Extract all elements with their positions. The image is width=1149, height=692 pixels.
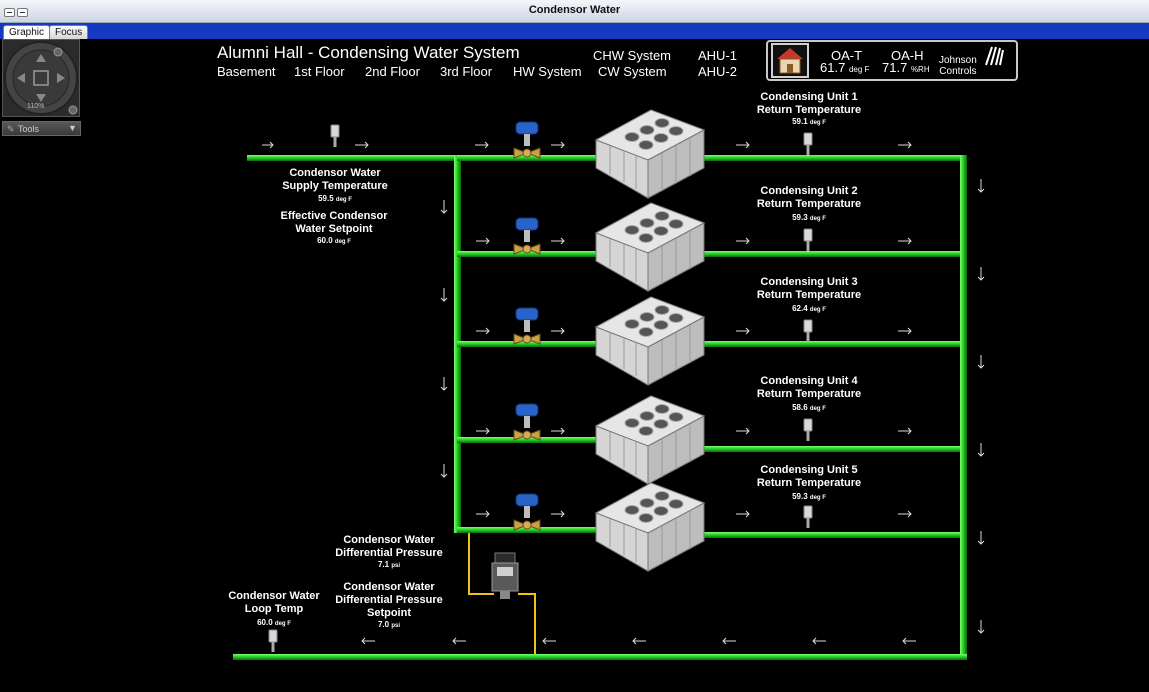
unit-5-return-temp: Condensing Unit 5 Return Temperature 59.… <box>729 464 889 503</box>
unit-5-subtitle: Return Temperature <box>756 477 862 489</box>
loop-temp-value: 60.0 <box>257 618 273 627</box>
loop-temp-unit: deg F <box>274 621 291 627</box>
unit-5-title: Condensing Unit 5 <box>760 464 858 476</box>
effective-setpoint-value: 60.0 <box>317 236 333 245</box>
unit-4-subtitle: Return Temperature <box>756 388 862 400</box>
unit-3-title: Condensing Unit 3 <box>760 276 858 288</box>
unit-2-reading[interactable]: 59.3 deg F <box>729 213 889 224</box>
supply-temp-label-line2: Supply Temperature <box>282 180 388 192</box>
dp-label: Condensor Water Differential Pressure <box>309 534 469 560</box>
effective-setpoint-label: Effective Condensor Water Setpoint <box>254 210 414 236</box>
unit-3-return-temp: Condensing Unit 3 Return Temperature 62.… <box>729 276 889 315</box>
unit-3-reading[interactable]: 62.4 deg F <box>729 304 889 315</box>
unit-2-value: 59.3 <box>792 213 808 222</box>
unit-4-unit: deg F <box>809 406 826 412</box>
effective-setpoint-label-line2: Water Setpoint <box>295 223 373 235</box>
loop-temp-label-line1: Condensor Water <box>228 590 320 602</box>
unit-1-return-temp: Condensing Unit 1 Return Temperature 59.… <box>729 91 889 128</box>
unit-1-subtitle: Return Temperature <box>756 104 862 116</box>
unit-4-value: 58.6 <box>792 403 808 412</box>
unit-2-return-temp: Condensing Unit 2 Return Temperature 59.… <box>729 185 889 224</box>
unit-4-reading[interactable]: 58.6 deg F <box>729 403 889 414</box>
loop-temp-reading[interactable]: 60.0 deg F <box>194 618 354 629</box>
unit-1-reading[interactable]: 59.1 deg F <box>729 117 889 128</box>
unit-4-return-temp: Condensing Unit 4 Return Temperature 58.… <box>729 375 889 414</box>
unit-2-unit: deg F <box>809 216 826 222</box>
effective-setpoint-label-line1: Effective Condensor <box>280 210 388 222</box>
loop-temp-label: Condensor Water Loop Temp <box>194 590 354 616</box>
unit-1-title: Condensing Unit 1 <box>760 91 858 103</box>
unit-1-value: 59.1 <box>792 117 808 126</box>
unit-3-unit: deg F <box>809 307 826 313</box>
supply-temp-unit: deg F <box>335 197 352 203</box>
dp-value: 7.1 <box>377 560 390 569</box>
dp-label-line1: Condensor Water <box>343 534 435 546</box>
unit-3-subtitle: Return Temperature <box>756 289 862 301</box>
unit-5-value: 59.3 <box>792 492 808 501</box>
unit-1-unit: deg F <box>809 120 826 126</box>
dp-setpoint-unit: psi <box>391 623 401 629</box>
dp-label-line2: Differential Pressure <box>335 547 443 559</box>
condensing-water-diagram <box>233 109 985 660</box>
supply-temp-value: 59.5 <box>318 194 334 203</box>
unit-5-unit: deg F <box>809 495 826 501</box>
supply-temp-label: Condensor Water Supply Temperature <box>255 167 415 193</box>
dp-setpoint-value: 7.0 <box>377 620 390 629</box>
supply-temp-reading[interactable]: 59.5 deg F <box>255 194 415 205</box>
supply-temp-label-line1: Condensor Water <box>289 167 381 179</box>
dp-unit: psi <box>391 563 401 569</box>
unit-3-value: 62.4 <box>792 304 808 313</box>
effective-setpoint-unit: deg F <box>334 239 351 245</box>
unit-4-title: Condensing Unit 4 <box>760 375 858 387</box>
loop-temp-label-line2: Loop Temp <box>244 603 304 615</box>
effective-setpoint-reading[interactable]: 60.0 deg F <box>254 236 414 247</box>
unit-2-subtitle: Return Temperature <box>756 198 862 210</box>
dp-reading[interactable]: 7.1 psi <box>309 560 469 571</box>
unit-5-reading[interactable]: 59.3 deg F <box>729 492 889 503</box>
unit-2-title: Condensing Unit 2 <box>760 185 858 197</box>
